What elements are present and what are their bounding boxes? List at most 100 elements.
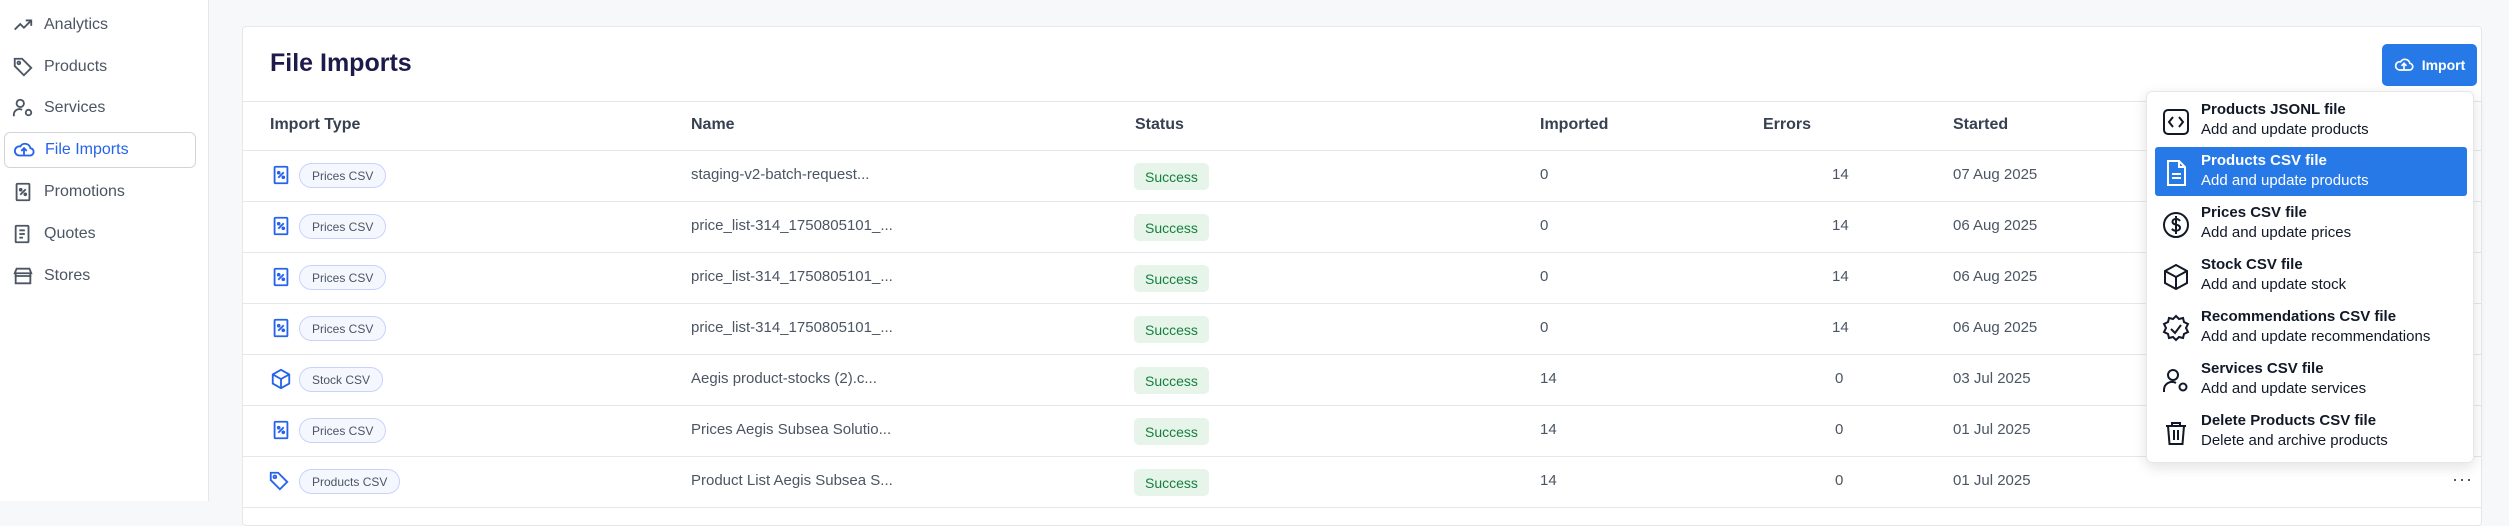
menu-item-description: Add and update prices bbox=[2201, 224, 2352, 241]
dollar-circle-icon bbox=[2161, 210, 2191, 240]
file-name: price_list-314_1750805101_... bbox=[691, 268, 893, 285]
status-badge: Success bbox=[1134, 163, 1209, 190]
status-badge: Success bbox=[1134, 418, 1209, 445]
import-type-badge: Prices CSV bbox=[299, 265, 387, 290]
column-header-name[interactable]: Name bbox=[691, 116, 735, 134]
menu-item-stock-csv[interactable]: Stock CSV file Add and update stock bbox=[2155, 251, 2467, 300]
sidebar-item-label: Stores bbox=[44, 267, 91, 284]
error-count: 0 bbox=[1835, 421, 1844, 438]
column-header-imported[interactable]: Imported bbox=[1540, 116, 1608, 134]
table-row[interactable]: Products CSV Product List Aegis Subsea S… bbox=[243, 457, 2481, 508]
store-icon bbox=[12, 265, 34, 287]
menu-item-recommendations-csv[interactable]: Recommendations CSV file Add and update … bbox=[2155, 303, 2467, 352]
import-type-badge: Prices CSV bbox=[299, 316, 387, 341]
status-badge: Success bbox=[1134, 367, 1209, 394]
code-icon bbox=[2161, 107, 2191, 137]
sidebar-item-label: Analytics bbox=[44, 16, 109, 33]
import-type-badge: Prices CSV bbox=[299, 163, 387, 188]
percent-receipt-icon bbox=[270, 164, 292, 186]
import-type-badge: Prices CSV bbox=[299, 418, 387, 443]
percent-receipt-icon bbox=[270, 317, 292, 339]
sidebar: Analytics Products Services File Imports… bbox=[0, 0, 209, 501]
sidebar-item-label: Services bbox=[44, 99, 106, 116]
import-dropdown-menu: Products JSONL file Add and update produ… bbox=[2146, 91, 2474, 463]
status-badge: Success bbox=[1134, 469, 1209, 496]
import-button[interactable]: Import bbox=[2382, 44, 2477, 86]
sidebar-item-analytics[interactable]: Analytics bbox=[4, 7, 196, 43]
sidebar-item-label: File Imports bbox=[45, 141, 129, 158]
imported-count: 0 bbox=[1540, 217, 1549, 234]
column-header-import-type[interactable]: Import Type bbox=[270, 116, 360, 134]
menu-item-title: Stock CSV file bbox=[2201, 256, 2303, 273]
file-text-icon bbox=[2161, 158, 2191, 188]
imported-count: 14 bbox=[1540, 472, 1557, 489]
imported-count: 0 bbox=[1540, 166, 1549, 183]
started-date: 06 Aug 2025 bbox=[1953, 268, 2038, 285]
file-name: price_list-314_1750805101_... bbox=[691, 217, 893, 234]
started-date: 06 Aug 2025 bbox=[1953, 319, 2038, 336]
sidebar-item-label: Products bbox=[44, 58, 108, 75]
menu-item-title: Services CSV file bbox=[2201, 360, 2324, 377]
started-date: 06 Aug 2025 bbox=[1953, 217, 2038, 234]
error-count: 14 bbox=[1832, 217, 1849, 234]
status-badge: Success bbox=[1134, 265, 1209, 292]
sidebar-item-file-imports[interactable]: File Imports bbox=[4, 132, 196, 168]
cube-icon bbox=[2161, 262, 2191, 292]
import-button-label: Import bbox=[2421, 57, 2466, 73]
menu-item-prices-csv[interactable]: Prices CSV file Add and update prices bbox=[2155, 199, 2467, 248]
error-count: 14 bbox=[1832, 166, 1849, 183]
more-options-icon[interactable]: ··· bbox=[2452, 469, 2473, 490]
document-list-icon bbox=[12, 223, 34, 245]
menu-item-description: Delete and archive products bbox=[2201, 432, 2388, 449]
import-type-badge: Products CSV bbox=[299, 469, 401, 494]
sidebar-item-services[interactable]: Services bbox=[4, 90, 196, 126]
menu-item-delete-products-csv[interactable]: Delete Products CSV file Delete and arch… bbox=[2155, 407, 2467, 456]
sidebar-item-products[interactable]: Products bbox=[4, 49, 196, 85]
badge-check-icon bbox=[2161, 314, 2191, 344]
menu-item-products-csv[interactable]: Products CSV file Add and update product… bbox=[2155, 147, 2467, 196]
imported-count: 14 bbox=[1540, 421, 1557, 438]
percent-receipt-icon bbox=[270, 266, 292, 288]
column-header-errors[interactable]: Errors bbox=[1763, 116, 1811, 134]
tag-icon bbox=[12, 56, 34, 78]
error-count: 0 bbox=[1835, 370, 1844, 387]
menu-item-description: Add and update recommendations bbox=[2201, 328, 2431, 345]
error-count: 0 bbox=[1835, 472, 1844, 489]
sidebar-item-stores[interactable]: Stores bbox=[4, 258, 196, 294]
user-cog-icon bbox=[2161, 366, 2191, 396]
percent-receipt-icon bbox=[12, 181, 34, 203]
tag-icon bbox=[268, 470, 290, 492]
sidebar-item-label: Quotes bbox=[44, 225, 96, 242]
menu-item-products-jsonl[interactable]: Products JSONL file Add and update produ… bbox=[2155, 96, 2467, 145]
sidebar-item-quotes[interactable]: Quotes bbox=[4, 216, 196, 252]
sidebar-item-promotions[interactable]: Promotions bbox=[4, 174, 196, 210]
menu-item-services-csv[interactable]: Services CSV file Add and update service… bbox=[2155, 355, 2467, 404]
cloud-upload-icon bbox=[2394, 58, 2414, 71]
file-name: price_list-314_1750805101_... bbox=[691, 319, 893, 336]
cloud-upload-icon bbox=[13, 139, 35, 161]
trending-up-icon bbox=[12, 14, 34, 36]
menu-item-title: Delete Products CSV file bbox=[2201, 412, 2377, 429]
menu-item-title: Prices CSV file bbox=[2201, 204, 2307, 221]
status-badge: Success bbox=[1134, 316, 1209, 343]
menu-item-title: Recommendations CSV file bbox=[2201, 308, 2397, 325]
error-count: 14 bbox=[1832, 268, 1849, 285]
imported-count: 0 bbox=[1540, 319, 1549, 336]
imported-count: 0 bbox=[1540, 268, 1549, 285]
percent-receipt-icon bbox=[270, 419, 292, 441]
started-date: 07 Aug 2025 bbox=[1953, 166, 2038, 183]
status-badge: Success bbox=[1134, 214, 1209, 241]
import-type-badge: Stock CSV bbox=[299, 367, 384, 392]
user-cog-icon bbox=[12, 97, 34, 119]
trash-icon bbox=[2161, 418, 2191, 448]
menu-item-description: Add and update products bbox=[2201, 172, 2369, 189]
started-date: 03 Jul 2025 bbox=[1953, 370, 2031, 387]
cube-icon bbox=[270, 368, 292, 390]
error-count: 14 bbox=[1832, 319, 1849, 336]
column-header-started[interactable]: Started bbox=[1953, 116, 2008, 134]
file-name: Aegis product-stocks (2).c... bbox=[691, 370, 877, 387]
started-date: 01 Jul 2025 bbox=[1953, 472, 2031, 489]
percent-receipt-icon bbox=[270, 215, 292, 237]
menu-item-title: Products JSONL file bbox=[2201, 101, 2346, 118]
column-header-status[interactable]: Status bbox=[1135, 116, 1184, 134]
